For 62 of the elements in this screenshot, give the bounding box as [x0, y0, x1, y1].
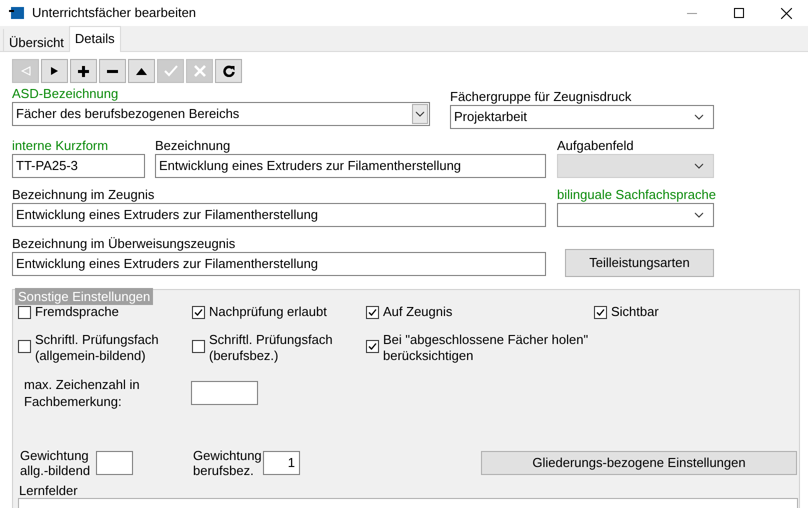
- checkbox-label: Schriftl. Prüfungsfach (berufsbez.): [209, 332, 334, 364]
- chevron-down-icon: [694, 163, 704, 169]
- toolbar-button[interactable]: [215, 59, 242, 83]
- dropdown[interactable]: Fächer des berufsbezogenen Bereichs: [12, 102, 430, 126]
- field-label: bilinguale Sachfachsprache: [557, 187, 716, 203]
- chevron-down-icon: [694, 114, 704, 120]
- plus-icon: [78, 66, 89, 76]
- refresh-icon: [222, 65, 234, 77]
- field-label: Lernfelder: [18, 483, 79, 498]
- checkbox-label: Nachprüfung erlaubt: [209, 304, 327, 320]
- text-field[interactable]: Entwicklung eines Extruders zur Filamentherstellung: [12, 203, 546, 227]
- text-field[interactable]: Entwicklung eines Extruders zur Filamentherstellung: [12, 252, 546, 276]
- field-label: Bezeichnung im Überweisungszeugnis: [12, 236, 236, 252]
- checkbox[interactable]: [192, 340, 205, 353]
- checkbox[interactable]: [366, 340, 379, 353]
- chevron-down-icon: [694, 212, 704, 218]
- triangle-right-icon: [50, 66, 59, 76]
- field-label: Gewichtung allg.-bildend: [19, 448, 92, 478]
- input-field[interactable]: [191, 381, 258, 405]
- checkbox-label: Bei "abgeschlossene Fächer holen" berücksichtigen: [383, 332, 590, 364]
- field-label: Bezeichnung: [155, 138, 232, 154]
- field-label: Bezeichnung im Zeugnis: [12, 187, 156, 203]
- field-label: ASD-Bezeichnung: [12, 86, 120, 102]
- checkbox[interactable]: [18, 340, 31, 353]
- text-field[interactable]: TT-PA25-3: [12, 154, 145, 178]
- checkbox[interactable]: [192, 306, 205, 319]
- triangle-left-icon: [20, 66, 30, 76]
- field-label: Fächergruppe für Zeugnisdruck: [450, 89, 632, 105]
- dropdown[interactable]: [557, 203, 714, 227]
- maximize-icon[interactable]: [734, 8, 744, 18]
- minimize-icon[interactable]: [687, 12, 697, 14]
- field-label: max. Zeichenzahl in Fachbemerkung:: [23, 376, 141, 410]
- field-label: interne Kurzform: [12, 138, 110, 154]
- checkbox[interactable]: [18, 306, 31, 319]
- checkbox[interactable]: [366, 306, 379, 319]
- checkmark-icon: [164, 65, 178, 77]
- chevron-down-icon: [415, 111, 425, 117]
- toolbar-button[interactable]: [70, 59, 97, 83]
- gliederung-button[interactable]: Gliederungs-bezogene Einstellungen: [481, 451, 797, 475]
- close-icon: [194, 65, 206, 77]
- checkbox-label: Fremdsprache: [35, 304, 119, 320]
- dropdown[interactable]: Projektarbeit: [450, 105, 714, 129]
- window-title: Unterrichtsfächer bearbeiten: [32, 4, 196, 22]
- toolbar-button[interactable]: [41, 59, 68, 83]
- window-icon: [9, 6, 25, 20]
- tab[interactable]: Details: [68, 26, 121, 52]
- input-field[interactable]: 1: [263, 451, 300, 475]
- checkbox-label: Auf Zeugnis: [383, 304, 452, 320]
- triangle-up-icon: [136, 68, 147, 74]
- close-icon[interactable]: [781, 8, 792, 18]
- field-label: Gewichtung berufsbez.: [193, 448, 263, 478]
- text-field[interactable]: Entwicklung eines Extruders zur Filamentherstellung: [155, 154, 546, 178]
- checkbox[interactable]: [594, 306, 607, 319]
- checkbox-label: Schriftl. Prüfungsfach (allgemein-bildend): [35, 332, 160, 364]
- field-label: Aufgabenfeld: [557, 138, 635, 154]
- teilleistungsarten-button[interactable]: Teilleistungsarten: [565, 249, 714, 277]
- group-title: Sonstige Einstellungen: [15, 288, 154, 305]
- toolbar-button[interactable]: [128, 59, 155, 83]
- input-field[interactable]: [96, 451, 133, 475]
- minus-icon: [107, 70, 118, 72]
- checkbox-label: Sichtbar: [611, 304, 659, 320]
- toolbar-button[interactable]: [99, 59, 126, 83]
